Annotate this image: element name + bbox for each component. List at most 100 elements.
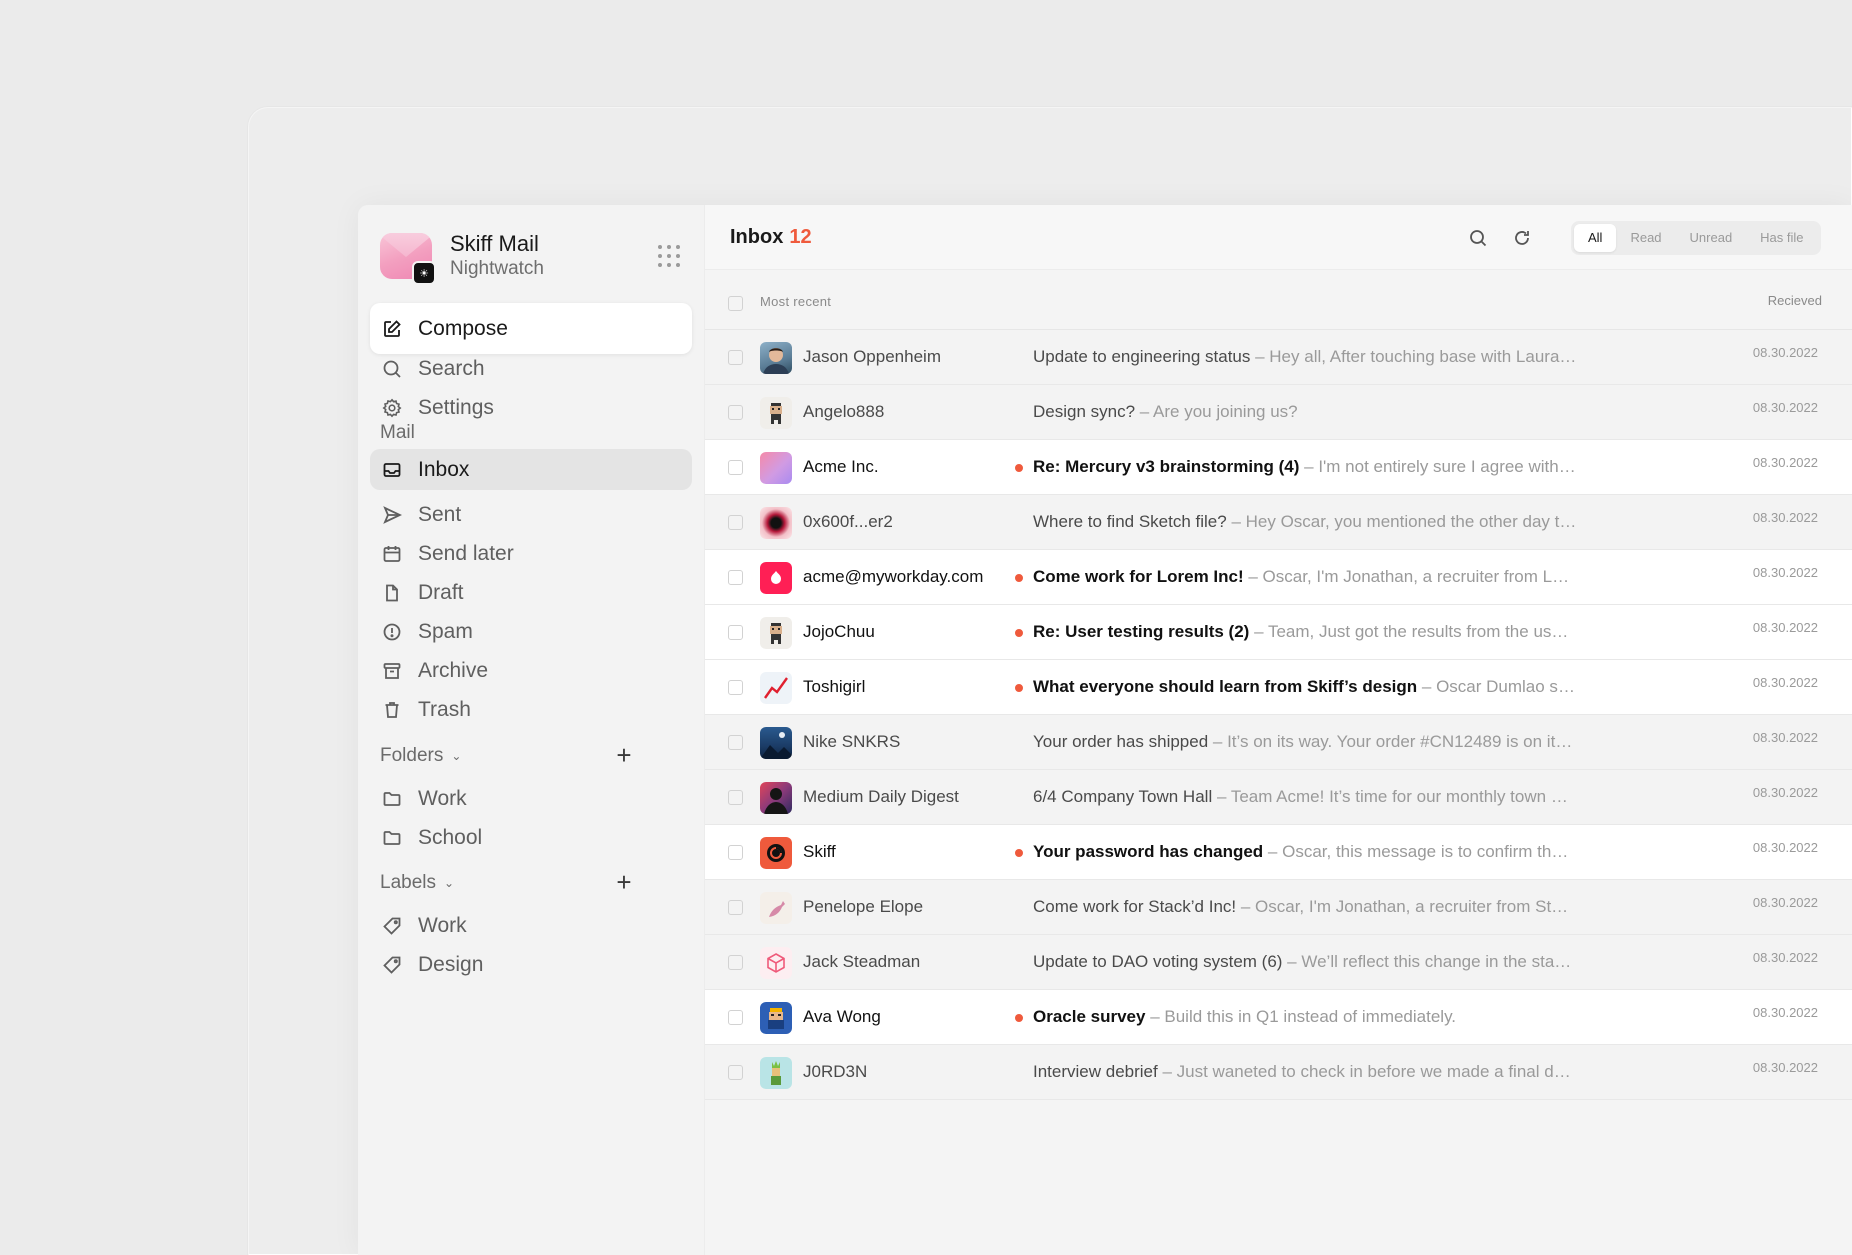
unread-dot-icon bbox=[1015, 464, 1023, 472]
compose-button[interactable]: Compose bbox=[370, 303, 692, 354]
settings-button[interactable]: Settings bbox=[370, 388, 692, 428]
email-preview: Interview debrief – Just waneted to chec… bbox=[1033, 1062, 1577, 1082]
row-checkbox[interactable] bbox=[728, 900, 743, 915]
mail-section-header: Mail bbox=[380, 422, 415, 444]
row-checkbox[interactable] bbox=[728, 735, 743, 750]
filter-read[interactable]: Read bbox=[1616, 224, 1675, 252]
filter-has-file[interactable]: Has file bbox=[1746, 224, 1817, 252]
row-checkbox[interactable] bbox=[728, 955, 743, 970]
sidebar-item-folder-school[interactable]: School bbox=[370, 818, 692, 858]
email-list: Jason Oppenheim Update to engineering sta… bbox=[705, 330, 1852, 1100]
select-all-checkbox[interactable] bbox=[728, 296, 743, 311]
email-snippet: Oscar, I'm Jonathan, a recruiter from Lo… bbox=[1262, 567, 1577, 586]
unread-count: 12 bbox=[789, 225, 812, 248]
email-sender: Acme Inc. bbox=[803, 457, 879, 476]
sidebar-item-trash[interactable]: Trash bbox=[370, 690, 692, 730]
sidebar-item-send-later[interactable]: Send later bbox=[370, 534, 692, 574]
page-title: Inbox bbox=[730, 225, 784, 248]
row-checkbox[interactable] bbox=[728, 350, 743, 365]
email-snippet: Hey Oscar, you mentioned the other day t… bbox=[1245, 512, 1577, 531]
sidebar-item-archive[interactable]: Archive bbox=[370, 651, 692, 691]
unread-dot-icon bbox=[1015, 629, 1023, 637]
unread-dot-icon bbox=[1015, 1014, 1023, 1022]
sidebar-item-draft[interactable]: Draft bbox=[370, 573, 692, 613]
row-checkbox[interactable] bbox=[728, 1010, 743, 1025]
folder-label: Work bbox=[418, 787, 467, 810]
row-checkbox[interactable] bbox=[728, 625, 743, 640]
email-row[interactable]: Angelo888 Design sync? – Are you joining … bbox=[705, 385, 1852, 440]
avatar bbox=[760, 1057, 792, 1089]
email-row[interactable]: Ava Wong Oracle survey – Build this in Q1… bbox=[705, 990, 1852, 1045]
sort-label[interactable]: Most recent bbox=[760, 294, 831, 309]
labels-section-header[interactable]: Labels ⌄ bbox=[380, 872, 454, 894]
email-row[interactable]: acme@myworkday.com Come work for Lorem In… bbox=[705, 550, 1852, 605]
row-checkbox[interactable] bbox=[728, 515, 743, 530]
sidebar: ☀ Skiff Mail Nightwatch Compose Search S… bbox=[358, 205, 705, 1255]
email-date: 08.30.2022 bbox=[1752, 675, 1818, 690]
sidebar-item-inbox[interactable]: Inbox bbox=[370, 449, 692, 490]
email-row[interactable]: Nike SNKRS Your order has shipped – It’s … bbox=[705, 715, 1852, 770]
email-sender: Angelo888 bbox=[803, 402, 885, 421]
email-row[interactable]: Toshigirl What everyone should learn from… bbox=[705, 660, 1852, 715]
email-subject: Design sync? bbox=[1033, 402, 1136, 421]
email-snippet: I'm not entirely sure I agree with that … bbox=[1318, 457, 1577, 476]
filter-segmented-control: All Read Unread Has file bbox=[1571, 221, 1821, 255]
email-sender: JojoChuu bbox=[803, 622, 875, 641]
brand[interactable]: ☀ Skiff Mail Nightwatch bbox=[380, 229, 544, 285]
email-row[interactable]: 0x600f...er2 Where to find Sketch file? –… bbox=[705, 495, 1852, 550]
row-checkbox[interactable] bbox=[728, 570, 743, 585]
row-checkbox[interactable] bbox=[728, 790, 743, 805]
email-date: 08.30.2022 bbox=[1752, 400, 1818, 415]
email-date: 08.30.2022 bbox=[1752, 730, 1818, 745]
email-row[interactable]: Penelope Elope Come work for Stack’d Inc!… bbox=[705, 880, 1852, 935]
preview-separator: – bbox=[1250, 347, 1270, 366]
tag-icon bbox=[380, 914, 404, 938]
email-snippet: Are you joining us? bbox=[1153, 402, 1298, 421]
email-date: 08.30.2022 bbox=[1752, 1005, 1818, 1020]
preview-separator: – bbox=[1263, 842, 1283, 861]
email-row[interactable]: Jason Oppenheim Update to engineering sta… bbox=[705, 330, 1852, 385]
folders-header-label: Folders bbox=[380, 745, 444, 766]
apps-grid-icon[interactable] bbox=[658, 245, 680, 267]
sidebar-item-label-work[interactable]: Work bbox=[370, 906, 692, 946]
brand-title: Skiff Mail bbox=[450, 231, 539, 256]
email-subject: Come work for Lorem Inc! bbox=[1033, 567, 1244, 586]
add-label-button[interactable]: + bbox=[612, 867, 636, 897]
filter-unread[interactable]: Unread bbox=[1676, 224, 1747, 252]
email-subject: Interview debrief bbox=[1033, 1062, 1158, 1081]
email-row[interactable]: Jack Steadman Update to DAO voting system… bbox=[705, 935, 1852, 990]
sidebar-item-label-design[interactable]: Design bbox=[370, 945, 692, 985]
email-sender: Toshigirl bbox=[803, 677, 866, 696]
refresh-icon[interactable] bbox=[1511, 227, 1533, 249]
email-row[interactable]: J0RD3N Interview debrief – Just waneted t… bbox=[705, 1045, 1852, 1100]
archive-label: Archive bbox=[418, 659, 489, 682]
compose-label: Compose bbox=[418, 316, 508, 340]
email-subject: Update to DAO voting system (6) bbox=[1033, 952, 1283, 971]
email-row[interactable]: Medium Daily Digest 6/4 Company Town Hall… bbox=[705, 770, 1852, 825]
preview-separator: – bbox=[1299, 457, 1319, 476]
row-checkbox[interactable] bbox=[728, 405, 743, 420]
avatar bbox=[760, 672, 792, 704]
email-sender: Nike SNKRS bbox=[803, 732, 901, 751]
add-folder-button[interactable]: + bbox=[612, 740, 636, 770]
folder-icon bbox=[380, 787, 404, 811]
row-checkbox[interactable] bbox=[728, 680, 743, 695]
sidebar-item-sent[interactable]: Sent bbox=[370, 495, 692, 535]
search-button[interactable]: Search bbox=[370, 349, 692, 389]
sidebar-item-spam[interactable]: Spam bbox=[370, 612, 692, 652]
sidebar-item-folder-work[interactable]: Work bbox=[370, 779, 692, 819]
email-row[interactable]: JojoChuu Re: User testing results (2) – T… bbox=[705, 605, 1852, 660]
preview-separator: – bbox=[1236, 897, 1256, 916]
search-icon[interactable] bbox=[1467, 227, 1489, 249]
filter-all[interactable]: All bbox=[1574, 224, 1617, 252]
row-checkbox[interactable] bbox=[728, 845, 743, 860]
email-row[interactable]: Skiff Your password has changed – Oscar, … bbox=[705, 825, 1852, 880]
mail-app: ☀ Skiff Mail Nightwatch Compose Search S… bbox=[358, 205, 1852, 1255]
row-checkbox[interactable] bbox=[728, 1065, 743, 1080]
email-sender: Ava Wong bbox=[803, 1007, 881, 1026]
labels-header-label: Labels bbox=[380, 872, 436, 893]
row-checkbox[interactable] bbox=[728, 460, 743, 475]
email-row[interactable]: Acme Inc. Re: Mercury v3 brainstorming (4… bbox=[705, 440, 1852, 495]
email-preview: Your order has shipped – It’s on its way… bbox=[1033, 732, 1577, 752]
folders-section-header[interactable]: Folders ⌄ bbox=[380, 745, 461, 767]
